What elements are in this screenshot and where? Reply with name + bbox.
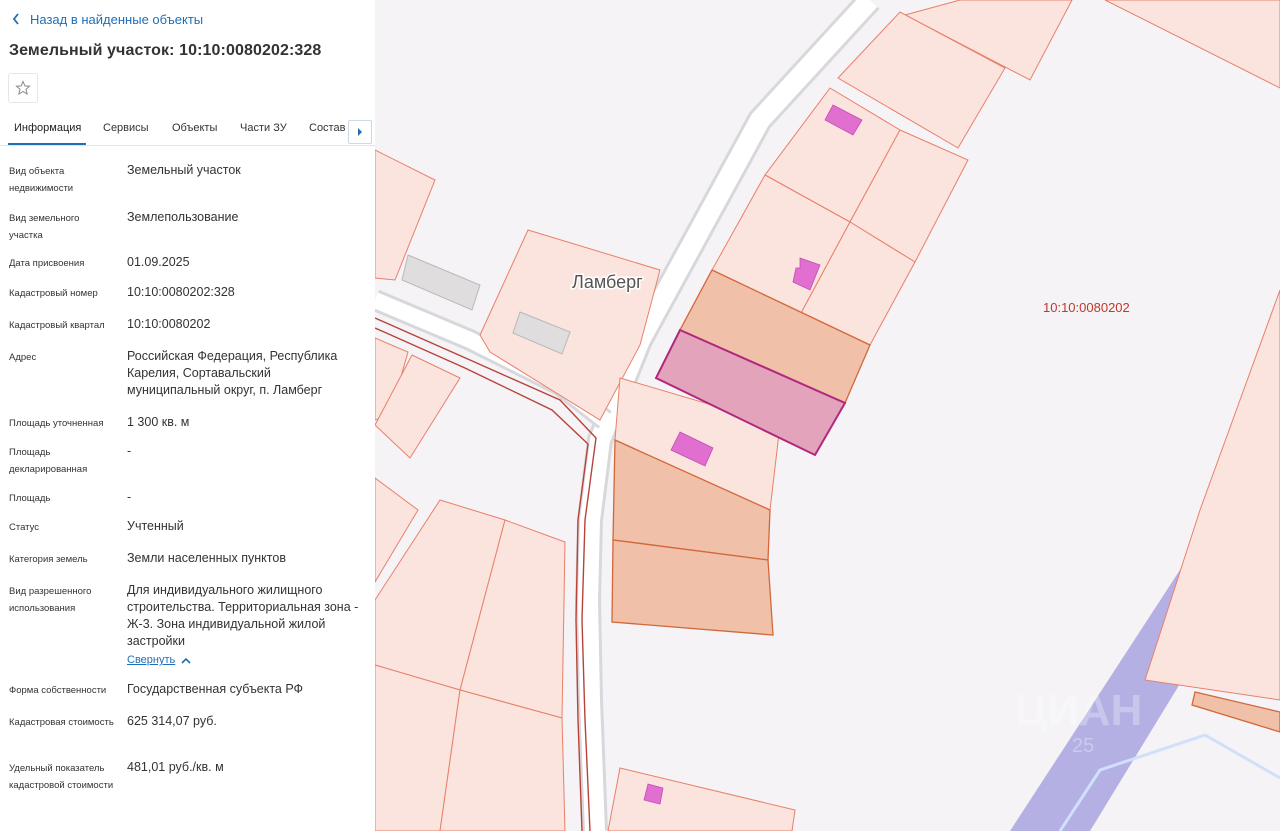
field-label-assign-date: Дата присвоения: [9, 258, 85, 269]
field-label-object-type: Вид объекта недвижимости: [9, 166, 74, 194]
page-title: Земельный участок: 10:10:0080202:328: [9, 42, 322, 59]
field-value-permitted-use: Для индивидуального жилищного строительс…: [127, 583, 359, 648]
field-value-land-type: Землепользование: [127, 210, 239, 224]
watermark-sub: 25: [1072, 735, 1094, 757]
back-link-label: Назад в найденные объекты: [30, 11, 204, 27]
field-label-permitted-use: Вид разрешенного использования: [9, 586, 92, 614]
field-label-cadastral-number: Кадастровый номер: [9, 288, 98, 299]
tab-objects[interactable]: Объекты: [172, 122, 217, 134]
caret-right-icon: [358, 128, 362, 136]
watermark: ЦИАН: [1015, 686, 1142, 735]
field-label-status: Статус: [9, 522, 40, 533]
field-value-area-specified: 1 300 кв. м: [127, 415, 190, 429]
field-label-land-type: Вид земельного участка: [9, 213, 80, 241]
favorite-button[interactable]: [8, 73, 38, 103]
field-value-area: -: [127, 490, 132, 504]
tab-composition[interactable]: Состав: [309, 122, 345, 134]
field-label-address: Адрес: [9, 352, 37, 363]
chevron-up-icon: [181, 657, 191, 664]
field-value-object-type: Земельный участок: [127, 163, 241, 177]
tab-information[interactable]: Информация: [14, 122, 81, 134]
field-label-land-category: Категория земель: [9, 554, 88, 565]
quarter-label: 10:10:0080202: [1043, 300, 1130, 315]
field-label-specific-value: Удельный показатель кадастровой стоимост…: [9, 763, 114, 791]
field-label-cadastral-quarter: Кадастровый квартал: [9, 320, 105, 331]
field-label-cadastral-value: Кадастровая стоимость: [9, 717, 114, 728]
tab-services[interactable]: Сервисы: [103, 122, 149, 134]
settlement-label: Ламберг: [572, 272, 643, 292]
field-label-area-specified: Площадь уточненная: [9, 418, 104, 429]
tabs-next-button[interactable]: [348, 120, 372, 144]
map-canvas[interactable]: Ламберг 10:10:0080202 ЦИАН 25: [375, 0, 1280, 831]
field-value-land-category: Земли населенных пунктов: [127, 551, 286, 565]
field-value-specific-value: 481,01 руб./кв. м: [127, 760, 224, 774]
field-value-address: Российская Федерация, Республика Карелия…: [127, 349, 338, 397]
cadastral-map[interactable]: Ламберг 10:10:0080202 ЦИАН 25: [375, 0, 1280, 831]
collapse-link[interactable]: Свернуть: [127, 654, 191, 666]
back-link[interactable]: Назад в найденные объекты: [12, 10, 203, 28]
tab-parts[interactable]: Части ЗУ: [240, 122, 287, 134]
field-label-ownership: Форма собственности: [9, 685, 107, 696]
collapse-link-label: Свернуть: [127, 654, 176, 666]
tab-bar: Информация Сервисы Объекты Части ЗУ Сост…: [0, 116, 375, 146]
field-label-area: Площадь: [9, 493, 51, 504]
field-value-assign-date: 01.09.2025: [127, 255, 190, 269]
field-value-cadastral-value: 625 314,07 руб.: [127, 714, 217, 728]
info-panel: Назад в найденные объекты Земельный учас…: [0, 0, 375, 831]
active-tab-indicator: [8, 143, 86, 145]
chevron-left-icon: [12, 13, 19, 25]
field-value-ownership: Государственная субъекта РФ: [127, 682, 304, 696]
field-label-area-declared: Площадь декларированная: [9, 447, 88, 475]
field-value-cadastral-number: 10:10:0080202:328: [127, 285, 235, 299]
field-value-status: Учтенный: [127, 519, 184, 533]
field-value-cadastral-quarter: 10:10:0080202: [127, 317, 211, 331]
star-icon: [15, 80, 31, 96]
field-value-area-declared: -: [127, 444, 132, 458]
